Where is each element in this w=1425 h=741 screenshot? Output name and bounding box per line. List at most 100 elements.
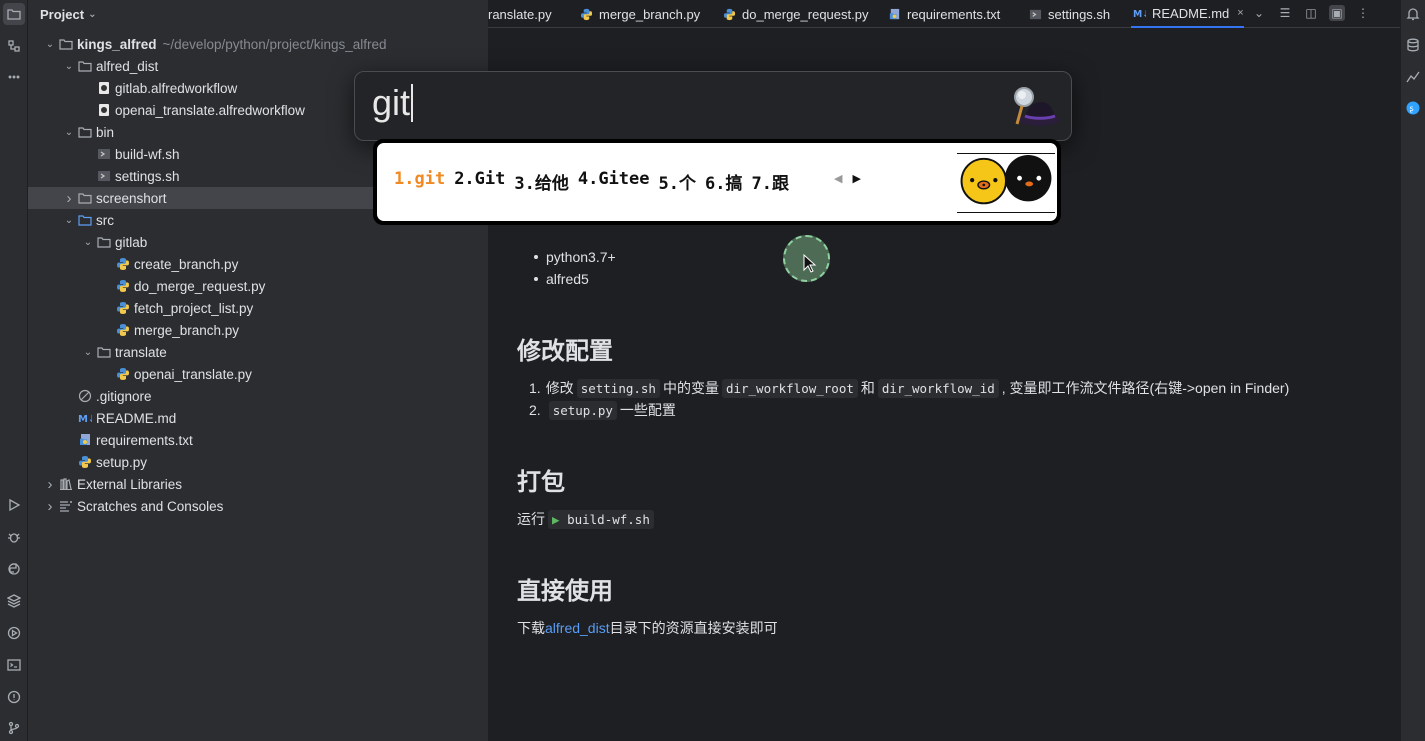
tree-item-label: openai_translate.alfredworkflow [115,102,305,118]
run-icon[interactable] [3,494,25,516]
problems-icon[interactable] [3,686,25,708]
tab-label: README.md [1152,5,1230,21]
folder-icon [77,124,93,140]
ime-candidate[interactable]: 4.Gitee [578,169,650,194]
project-tool-icon[interactable] [3,3,25,25]
tree-item[interactable]: openai_translate.py [28,363,488,385]
svg-text:ʂ: ʂ [1410,104,1414,113]
chevron-down-icon[interactable]: ⌄ [61,212,77,228]
chevron-down-icon[interactable]: ⌄ [80,234,96,250]
chevron-down-icon[interactable]: ⌄ [80,344,96,360]
next-page-icon[interactable]: ▶ [852,172,860,185]
debug-icon[interactable] [3,526,25,548]
editor-only-icon[interactable]: ☰ [1277,5,1293,21]
tree-item[interactable]: requirements.txt [28,429,488,451]
ime-candidate[interactable]: 3.给他 [514,169,568,194]
python-packages-icon[interactable] [3,558,25,580]
tree-item[interactable]: setup.py [28,451,488,473]
chevron-right-icon[interactable]: › [61,190,77,207]
structure-tool-icon[interactable] [3,35,25,57]
chevron-right-icon[interactable]: › [42,476,58,493]
tree-item-path: ~/develop/python/project/kings_alfred [162,36,387,52]
right-tool-strip: ʂ [1400,0,1425,741]
database-icon[interactable] [1406,38,1422,54]
editor-tab[interactable]: requirements.txt [886,0,1000,28]
editor-tab[interactable]: settings.sh [1027,0,1110,28]
ime-candidate[interactable]: 5.个 [659,169,696,194]
text-caret [411,84,414,122]
sciview-icon[interactable] [1406,70,1422,86]
tree-item-label: kings_alfred [77,36,157,52]
ime-candidate-window: 1.git 2.Git 3.给他 4.Gitee 5.个 6.搞 7.跟 ◀ ▶ [373,139,1061,225]
close-icon[interactable]: × [1237,7,1243,19]
tree-item-label: .gitignore [96,388,152,404]
tab-label: requirements.txt [907,6,1001,22]
requirement-item: python3.7+ [532,249,616,265]
svg-text:M↓: M↓ [1133,9,1146,20]
ime-candidate[interactable]: 7.跟 [751,169,788,194]
tree-item-label: gitlab.alfredworkflow [115,80,238,96]
more-tools-icon[interactable] [3,66,25,88]
editor-tab[interactable]: ranslate.py [488,0,552,28]
python-file-icon [578,6,594,22]
chevron-down-icon[interactable]: ⌄ [61,58,77,74]
run-script-code[interactable]: ▶ build-wf.sh [548,509,654,529]
preview-only-icon[interactable]: ▣ [1329,5,1345,21]
tree-item[interactable]: merge_branch.py [28,319,488,341]
tree-item[interactable]: ⌄ kings_alfred ~/develop/python/project/ki… [28,33,488,55]
split-view-icon[interactable]: ◫ [1303,5,1319,21]
tree-item[interactable]: .gitignore [28,385,488,407]
tree-item[interactable]: do_merge_request.py [28,275,488,297]
workflow-file-icon [96,80,112,96]
more-options-icon[interactable]: ⋮ [1355,5,1371,21]
chevron-down-icon[interactable]: ⌄ [1251,5,1267,21]
python-file-icon [115,278,131,294]
tree-item[interactable]: › External Libraries [28,473,488,495]
tree-item[interactable]: ⌄ gitlab [28,231,488,253]
chevron-down-icon[interactable]: ⌄ [42,36,58,52]
heading-direct-use: 直接使用 [517,577,613,605]
ime-candidate[interactable]: 1.git [394,169,445,194]
tree-item[interactable]: create_branch.py [28,253,488,275]
editor-tab[interactable]: merge_branch.py [578,0,700,28]
chevron-right-icon[interactable]: › [42,498,58,515]
ime-candidate[interactable]: 6.搞 [705,169,742,194]
chevron-down-icon[interactable]: ⌄ [61,124,77,140]
python-file-icon [721,6,737,22]
tree-item[interactable]: ⌄ translate [28,341,488,363]
tree-item-label: fetch_project_list.py [134,300,254,316]
folder-icon [77,58,93,74]
shell-file-icon [96,146,112,162]
alfred-search-input[interactable]: git [372,82,414,124]
tree-item[interactable]: M↓ README.md [28,407,488,429]
prev-page-icon[interactable]: ◀ [834,172,842,185]
inline-code: dir_workflow_id [877,378,999,398]
tree-item-label: src [96,212,114,228]
layers-icon[interactable] [3,590,25,612]
notifications-icon[interactable] [1406,7,1422,23]
tree-item[interactable]: fetch_project_list.py [28,297,488,319]
python-file-icon [115,366,131,382]
inline-code: setup.py [548,400,617,420]
folder-icon [58,36,74,52]
tree-item-label: External Libraries [77,476,183,492]
terminal-icon[interactable] [3,654,25,676]
editor-tab[interactable]: M↓ README.md × [1131,0,1244,28]
ime-candidate[interactable]: 2.Git [454,169,505,194]
project-panel-header[interactable]: Project ⌄ [28,0,488,28]
folder-icon [96,344,112,360]
python-file-icon [115,300,131,316]
ime-mascot-icon [957,153,1055,213]
services-icon[interactable] [3,622,25,644]
ai-assistant-icon[interactable]: ʂ [1406,101,1422,117]
ime-pager: ◀ ▶ [834,172,861,185]
shell-file-icon [1027,6,1043,22]
tree-item[interactable]: › Scratches and Consoles [28,495,488,517]
editor-tab[interactable]: do_merge_request.py [721,0,868,28]
alfred-dist-link[interactable]: alfred_dist [545,620,610,636]
python-file-icon [115,322,131,338]
git-icon[interactable] [3,717,25,739]
